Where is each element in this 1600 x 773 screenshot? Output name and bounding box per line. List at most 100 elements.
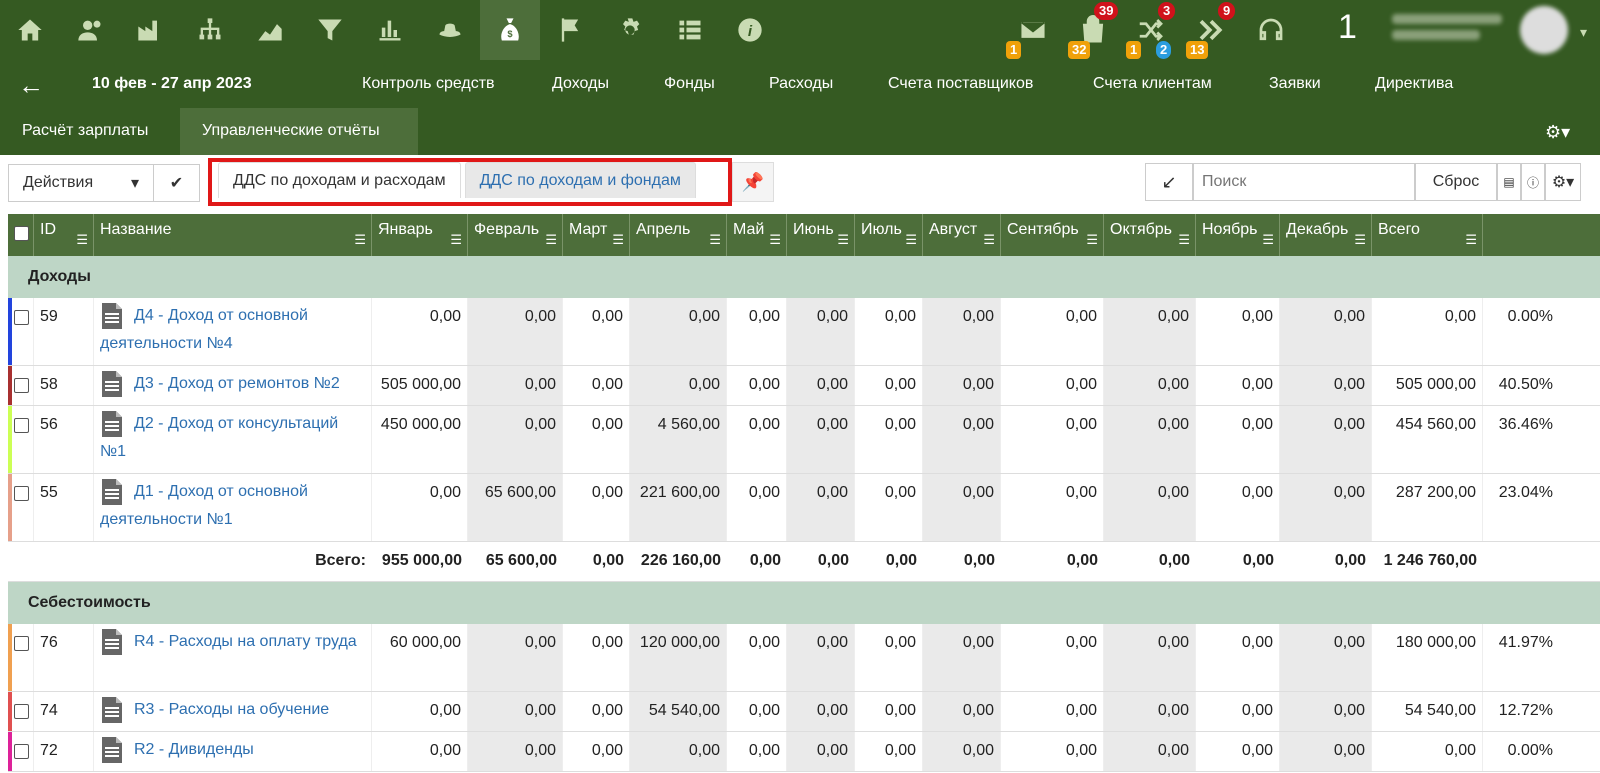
sort-icon[interactable]: ☰: [1178, 224, 1190, 256]
sort-icon[interactable]: ☰: [545, 224, 557, 256]
nav-link[interactable]: Счета поставщиков: [888, 75, 1033, 93]
collapse-arrow-icon[interactable]: ↙: [1145, 163, 1193, 201]
nav-link[interactable]: Фонды: [664, 75, 715, 93]
document-icon[interactable]: [100, 736, 124, 763]
sort-icon[interactable]: ☰: [1465, 224, 1477, 256]
settings-gear-icon[interactable]: ⚙▾: [1545, 163, 1581, 201]
row-name-link[interactable]: Д2 - Доход от консультаций №1: [94, 406, 372, 473]
column-header[interactable]: ID ☰: [34, 214, 94, 256]
avatar[interactable]: [1520, 6, 1568, 54]
bar-chart-icon[interactable]: [360, 0, 420, 60]
subtab-income-expense[interactable]: ДДС по доходам и расходам: [218, 162, 461, 198]
tab-salary[interactable]: Расчёт зарплаты: [0, 108, 170, 155]
svg-text:$: $: [507, 29, 513, 39]
column-header[interactable]: Декабрь ☰: [1280, 214, 1372, 256]
document-icon[interactable]: [100, 628, 124, 655]
nav-link[interactable]: Директива: [1375, 75, 1453, 93]
sort-icon[interactable]: ☰: [983, 224, 995, 256]
table-row[interactable]: 58 Д3 - Доход от ремонтов №2 505 000,00 0,0…: [8, 366, 1600, 406]
sort-icon[interactable]: ☰: [1086, 224, 1098, 256]
chevron-down-icon[interactable]: ▾: [1580, 24, 1587, 41]
column-header[interactable]: Август ☰: [923, 214, 1001, 256]
user-name-blurred[interactable]: [1392, 8, 1502, 48]
column-header[interactable]: Ноябрь ☰: [1196, 214, 1280, 256]
nav-link[interactable]: Доходы: [552, 75, 609, 93]
sort-icon[interactable]: ☰: [612, 224, 624, 256]
check-button[interactable]: ✔: [154, 164, 200, 202]
row-name-link[interactable]: R2 - Дивиденды: [94, 732, 372, 771]
filter-icon[interactable]: [300, 0, 360, 60]
table-row[interactable]: 74 R3 - Расходы на обучение 0,00 0,00 0,00 54…: [8, 692, 1600, 732]
column-header[interactable]: Название ☰: [94, 214, 372, 256]
table-row[interactable]: 76 R4 - Расходы на оплату труда 60 000,00 0…: [8, 624, 1600, 692]
sort-icon[interactable]: ☰: [1262, 224, 1274, 256]
factory-icon[interactable]: [120, 0, 180, 60]
total-value: 0,00: [1242, 552, 1274, 569]
flag-icon[interactable]: [540, 0, 600, 60]
hierarchy-icon[interactable]: [180, 0, 240, 60]
column-header[interactable]: Март ☰: [563, 214, 630, 256]
column-header[interactable]: Июнь ☰: [787, 214, 855, 256]
table-row[interactable]: 72 R2 - Дивиденды 0,00 0,00 0,00 0,00 0,00 0,00…: [8, 732, 1600, 772]
back-arrow-icon[interactable]: ←: [18, 70, 44, 101]
home-icon[interactable]: [0, 0, 60, 60]
column-header[interactable]: Май ☰: [727, 214, 787, 256]
pin-icon[interactable]: 📌: [732, 162, 774, 202]
document-icon[interactable]: [100, 478, 124, 505]
hat-icon[interactable]: [420, 0, 480, 60]
column-header[interactable]: Сентябрь ☰: [1001, 214, 1104, 256]
tab-reports[interactable]: Управленческие отчёты: [180, 108, 418, 155]
gear-icon[interactable]: [600, 0, 660, 60]
gear-icon[interactable]: ⚙▾: [1545, 122, 1570, 143]
document-icon[interactable]: [100, 696, 124, 723]
table-row[interactable]: 56 Д2 - Доход от консультаций №1 450 000,0…: [8, 406, 1600, 474]
date-range[interactable]: 10 фев - 27 апр 2023: [92, 75, 252, 93]
sort-icon[interactable]: ☰: [905, 224, 917, 256]
total-value: 0,00: [817, 552, 849, 569]
month-value: 0,00: [787, 474, 855, 541]
table-row[interactable]: 59 Д4 - Доход от основной деятельности №4…: [8, 298, 1600, 366]
nav-link[interactable]: Счета клиентам: [1093, 75, 1212, 93]
select-all-checkbox[interactable]: [8, 214, 34, 256]
document-icon[interactable]: [100, 370, 124, 397]
row-name-link[interactable]: Д4 - Доход от основной деятельности №4: [94, 298, 372, 365]
info-icon[interactable]: ⓘ: [1521, 163, 1545, 201]
sort-icon[interactable]: ☰: [76, 224, 88, 256]
row-total: 454 560,00: [1372, 406, 1483, 473]
reset-button[interactable]: Сброс: [1415, 163, 1497, 201]
subtab-income-funds[interactable]: ДДС по доходам и фондам: [464, 162, 696, 198]
sort-icon[interactable]: ☰: [837, 224, 849, 256]
sort-icon[interactable]: ☰: [1354, 224, 1366, 256]
headset-icon[interactable]: [1246, 0, 1296, 60]
money-bag-icon[interactable]: $: [480, 0, 540, 60]
sort-icon[interactable]: ☰: [450, 224, 462, 256]
users-icon[interactable]: [60, 0, 120, 60]
row-name-link[interactable]: R3 - Расходы на обучение: [94, 692, 372, 731]
month-value: 120 000,00: [630, 624, 727, 691]
column-header[interactable]: Всего ☰: [1372, 214, 1483, 256]
info-icon[interactable]: i: [720, 0, 780, 60]
row-name-link[interactable]: R4 - Расходы на оплату труда: [94, 624, 372, 691]
search-input[interactable]: [1193, 163, 1415, 201]
print-icon[interactable]: ▤: [1497, 163, 1521, 201]
nav-link[interactable]: Расходы: [769, 75, 833, 93]
row-name-link[interactable]: Д1 - Доход от основной деятельности №1: [94, 474, 372, 541]
month-value: 0,00: [630, 298, 727, 365]
document-icon[interactable]: [100, 302, 124, 329]
sort-icon[interactable]: ☰: [709, 224, 721, 256]
document-icon[interactable]: [100, 410, 124, 437]
row-name-link[interactable]: Д3 - Доход от ремонтов №2: [94, 366, 372, 405]
sort-icon[interactable]: ☰: [354, 224, 366, 256]
list-icon[interactable]: [660, 0, 720, 60]
column-header[interactable]: Июль ☰: [855, 214, 923, 256]
area-chart-icon[interactable]: [240, 0, 300, 60]
column-header[interactable]: Октябрь ☰: [1104, 214, 1196, 256]
sort-icon[interactable]: ☰: [769, 224, 781, 256]
column-header[interactable]: Январь ☰: [372, 214, 468, 256]
actions-dropdown[interactable]: Действия ▾: [8, 164, 154, 202]
table-row[interactable]: 55 Д1 - Доход от основной деятельности №1…: [8, 474, 1600, 542]
nav-link[interactable]: Заявки: [1269, 75, 1321, 93]
column-header[interactable]: Февраль ☰: [468, 214, 563, 256]
nav-link[interactable]: Контроль средств: [362, 75, 495, 93]
column-header[interactable]: Апрель ☰: [630, 214, 727, 256]
